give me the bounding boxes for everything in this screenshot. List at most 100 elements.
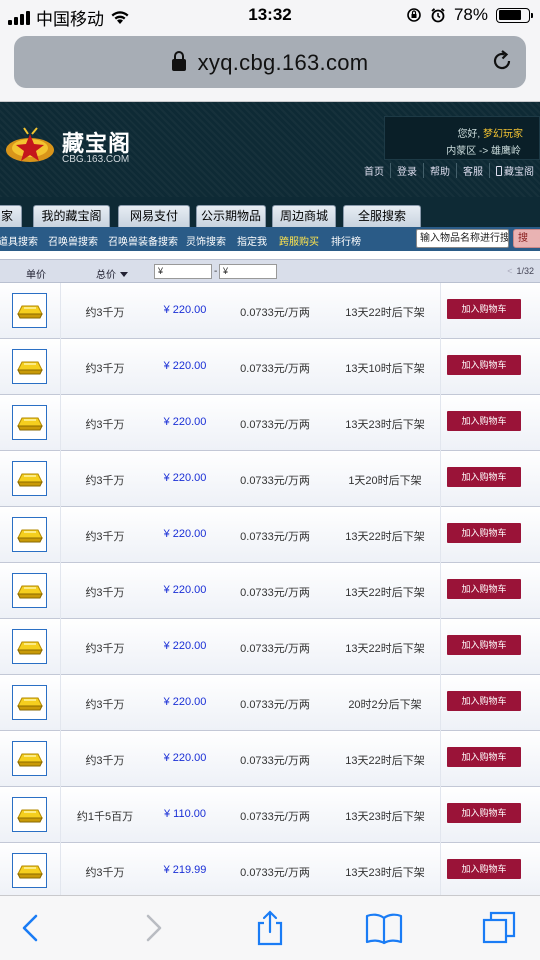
rate-cell: 0.0733元/万两 bbox=[240, 587, 310, 599]
item-icon[interactable] bbox=[12, 293, 47, 328]
tab-merch-store[interactable]: 周边商城 bbox=[272, 205, 336, 227]
column-divider bbox=[440, 843, 441, 895]
item-icon[interactable] bbox=[12, 349, 47, 384]
tab-my-cbg[interactable]: 我的藏宝阁 bbox=[33, 205, 110, 227]
table-row[interactable]: 约3千万 ¥ 220.00 0.0733元/万两 13天22时后下架 加入购物车 bbox=[0, 619, 540, 675]
tab-server-search[interactable]: 全服搜索 bbox=[343, 205, 421, 227]
time-left-cell: 13天22时后下架 bbox=[345, 307, 425, 319]
item-icon[interactable] bbox=[12, 461, 47, 496]
table-row[interactable]: 约3千万 ¥ 220.00 0.0733元/万两 1天20时后下架 加入购物车 bbox=[0, 451, 540, 507]
browser-address-area: xyq.cbg.163.com bbox=[0, 32, 540, 102]
subnav-pet-equip-search[interactable]: 召唤兽装备搜索 bbox=[108, 233, 178, 248]
add-to-cart-button[interactable]: 加入购物车 bbox=[447, 579, 521, 599]
table-row[interactable]: 约3千万 ¥ 219.99 0.0733元/万两 13天23时后下架 加入购物车 bbox=[0, 843, 540, 895]
column-divider bbox=[440, 395, 441, 451]
time-left-cell: 1天20时后下架 bbox=[348, 475, 422, 487]
back-icon[interactable] bbox=[12, 910, 52, 946]
tabs-icon[interactable] bbox=[480, 910, 520, 946]
item-icon[interactable] bbox=[12, 517, 47, 552]
table-row[interactable]: 约3千万 ¥ 220.00 0.0733元/万两 13天22时后下架 加入购物车 bbox=[0, 507, 540, 563]
phone-icon bbox=[496, 166, 502, 176]
site-logo[interactable]: 藏宝阁 CBG.163.COM bbox=[0, 118, 140, 178]
time-left-cell: 13天10时后下架 bbox=[345, 363, 425, 375]
tab-public-items[interactable]: 公示期物品 bbox=[196, 205, 266, 227]
username-link[interactable]: 梦幻玩家 bbox=[483, 129, 523, 140]
link-help[interactable]: 帮助 bbox=[424, 163, 457, 178]
add-to-cart-button[interactable]: 加入购物车 bbox=[447, 467, 521, 487]
price-cell: ¥ 220.00 bbox=[163, 640, 207, 652]
gold-ingot-icon bbox=[17, 473, 43, 487]
subnav-cross-server[interactable]: 跨服购买 bbox=[279, 233, 319, 248]
table-row[interactable]: 约3千万 ¥ 220.00 0.0733元/万两 20时2分后下架 加入购物车 bbox=[0, 675, 540, 731]
link-home[interactable]: 首页 bbox=[358, 163, 391, 178]
unit-price-header[interactable]: 单价 bbox=[26, 266, 46, 281]
add-to-cart-button[interactable]: 加入购物车 bbox=[447, 859, 521, 879]
subnav-ranking[interactable]: 排行榜 bbox=[331, 233, 361, 248]
reload-icon[interactable] bbox=[490, 49, 514, 73]
price-cell: ¥ 219.99 bbox=[163, 864, 207, 876]
subnav-designated[interactable]: 指定我 bbox=[237, 233, 267, 248]
subnav-pet-search[interactable]: 召唤兽搜索 bbox=[48, 233, 98, 248]
rate-cell: 0.0733元/万两 bbox=[240, 867, 310, 879]
table-header: 单价 总价 ¥ - ¥ <1/32 bbox=[0, 259, 540, 283]
add-to-cart-button[interactable]: 加入购物车 bbox=[447, 411, 521, 431]
rate-cell: 0.0733元/万两 bbox=[240, 811, 310, 823]
add-to-cart-button[interactable]: 加入购物车 bbox=[447, 355, 521, 375]
tab-home[interactable]: 家 bbox=[0, 205, 22, 227]
time-left-cell: 13天22时后下架 bbox=[345, 587, 425, 599]
server-selector[interactable]: 内蒙区 -> 雄鹰岭 bbox=[446, 142, 521, 157]
table-row[interactable]: 约3千万 ¥ 220.00 0.0733元/万两 13天23时后下架 加入购物车 bbox=[0, 395, 540, 451]
search-button[interactable]: 搜 bbox=[513, 229, 540, 248]
top-links: 首页 登录 帮助 客服 藏宝阁 bbox=[358, 163, 540, 178]
table-row[interactable]: 约1千5百万 ¥ 110.00 0.0733元/万两 13天23时后下架 加入购物车 bbox=[0, 787, 540, 843]
link-service[interactable]: 客服 bbox=[457, 163, 490, 178]
amount-cell: 约3千万 bbox=[85, 699, 125, 711]
item-icon[interactable] bbox=[12, 685, 47, 720]
subnav-item-search[interactable]: 道具搜索 bbox=[0, 233, 38, 248]
max-price-input[interactable]: ¥ bbox=[219, 264, 277, 279]
share-icon[interactable] bbox=[250, 910, 290, 946]
battery-percent: 78% bbox=[453, 5, 488, 24]
price-cell: ¥ 220.00 bbox=[163, 472, 207, 484]
add-to-cart-button[interactable]: 加入购物车 bbox=[447, 691, 521, 711]
prev-page-button[interactable]: < bbox=[507, 266, 512, 276]
item-icon[interactable] bbox=[12, 853, 47, 888]
min-price-input[interactable]: ¥ bbox=[154, 264, 212, 279]
item-icon[interactable] bbox=[12, 741, 47, 776]
add-to-cart-button[interactable]: 加入购物车 bbox=[447, 635, 521, 655]
column-divider bbox=[440, 507, 441, 563]
table-row[interactable]: 约3千万 ¥ 220.00 0.0733元/万两 13天22时后下架 加入购物车 bbox=[0, 563, 540, 619]
tab-netease-pay[interactable]: 网易支付 bbox=[118, 205, 190, 227]
total-price-header[interactable]: 总价 bbox=[96, 266, 128, 281]
gold-ingot-icon bbox=[17, 809, 43, 823]
bookmarks-icon[interactable] bbox=[364, 910, 404, 946]
add-to-cart-button[interactable]: 加入购物车 bbox=[447, 803, 521, 823]
item-icon[interactable] bbox=[12, 405, 47, 440]
gold-ingot-icon bbox=[17, 753, 43, 767]
table-row[interactable]: 约3千万 ¥ 220.00 0.0733元/万两 13天22时后下架 加入购物车 bbox=[0, 283, 540, 339]
item-icon[interactable] bbox=[12, 797, 47, 832]
column-divider bbox=[440, 339, 441, 395]
price-cell: ¥ 220.00 bbox=[163, 584, 207, 596]
time-left-cell: 13天23时后下架 bbox=[345, 811, 425, 823]
gold-ingot-icon bbox=[17, 361, 43, 375]
item-search-input[interactable]: 输入物品名称进行搜索 bbox=[416, 229, 509, 248]
add-to-cart-button[interactable]: 加入购物车 bbox=[447, 523, 521, 543]
forward-icon[interactable] bbox=[132, 910, 172, 946]
price-cell: ¥ 220.00 bbox=[163, 360, 207, 372]
amount-cell: 约3千万 bbox=[85, 755, 125, 767]
gold-ingot-icon bbox=[17, 585, 43, 599]
item-icon[interactable] bbox=[12, 629, 47, 664]
item-icon[interactable] bbox=[12, 573, 47, 608]
link-login[interactable]: 登录 bbox=[391, 163, 424, 178]
add-to-cart-button[interactable]: 加入购物车 bbox=[447, 299, 521, 319]
table-row[interactable]: 约3千万 ¥ 220.00 0.0733元/万两 13天10时后下架 加入购物车 bbox=[0, 339, 540, 395]
add-to-cart-button[interactable]: 加入购物车 bbox=[447, 747, 521, 767]
subnav-ornament-search[interactable]: 灵饰搜索 bbox=[186, 233, 226, 248]
rate-cell: 0.0733元/万两 bbox=[240, 643, 310, 655]
table-row[interactable]: 约3千万 ¥ 220.00 0.0733元/万两 13天22时后下架 加入购物车 bbox=[0, 731, 540, 787]
address-bar[interactable]: xyq.cbg.163.com bbox=[14, 36, 526, 88]
logo-domain: CBG.163.COM bbox=[62, 154, 130, 165]
column-divider bbox=[440, 451, 441, 507]
link-mobile[interactable]: 藏宝阁 bbox=[490, 163, 540, 178]
